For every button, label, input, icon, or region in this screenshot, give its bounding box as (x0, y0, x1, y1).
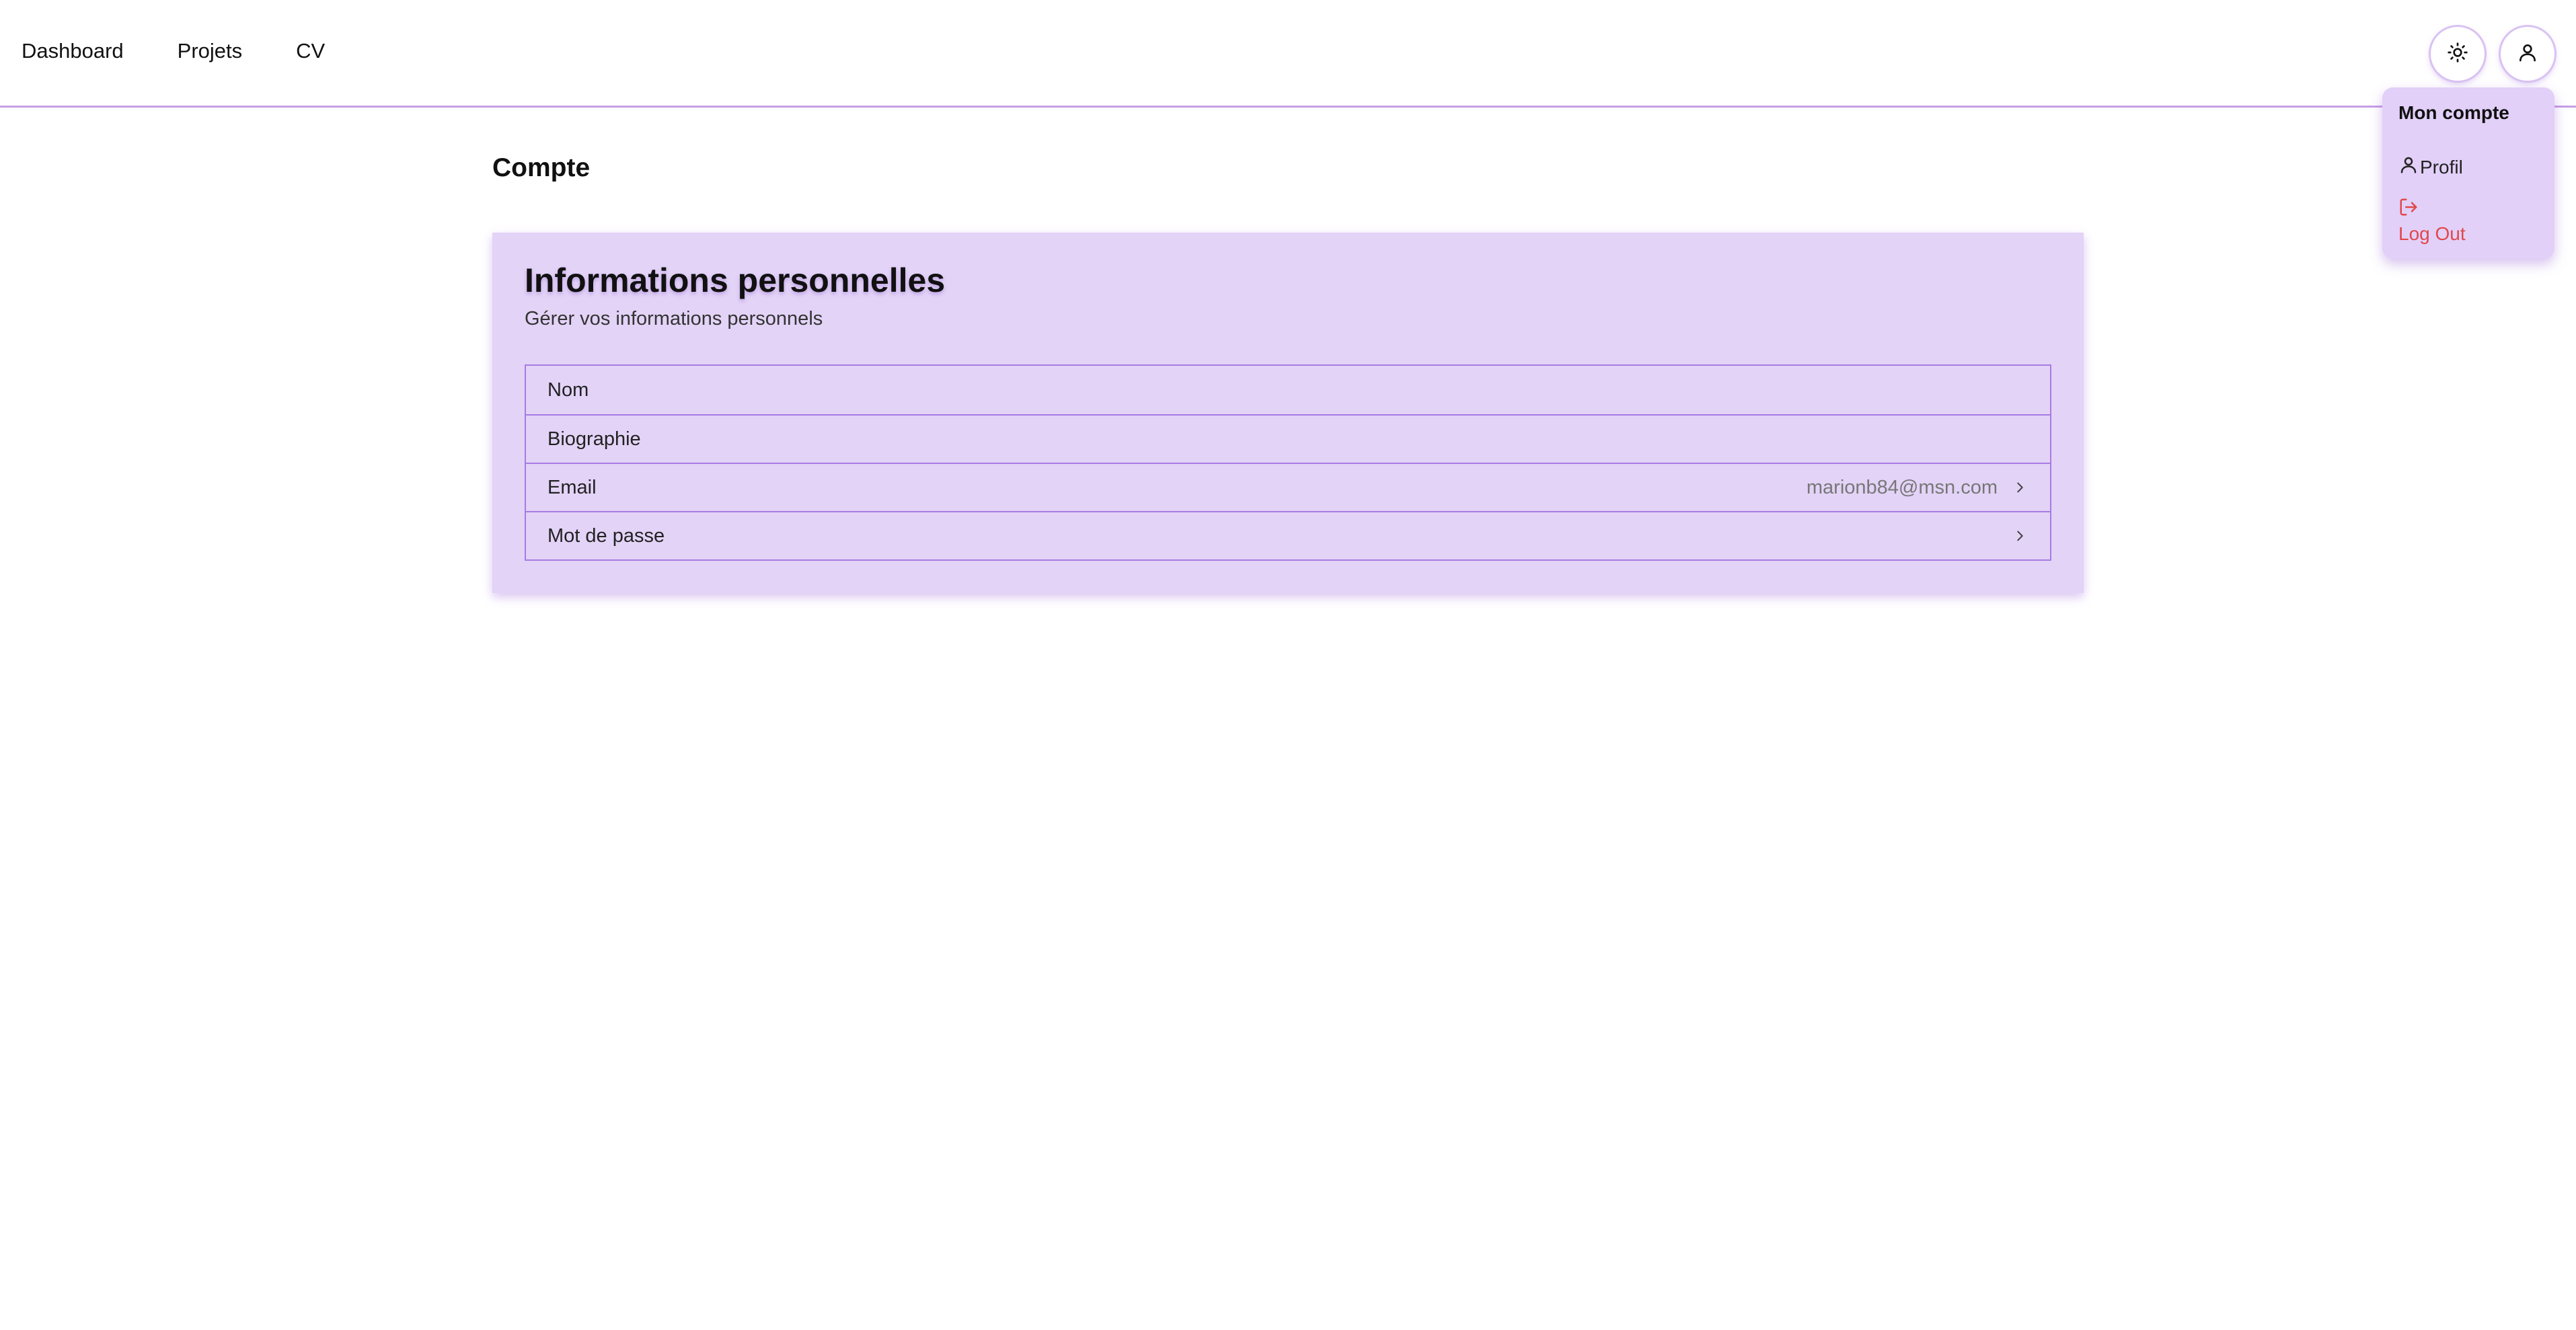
dropdown-item-logout[interactable]: Log Out (2398, 197, 2538, 245)
theme-toggle-button[interactable] (2431, 27, 2485, 81)
dropdown-item-label: Profil (2420, 156, 2463, 178)
row-label: Biographie (547, 428, 641, 450)
card-title: Informations personnelles (525, 262, 946, 299)
row-label: Mot de passe (547, 524, 665, 547)
user-icon (2517, 42, 2538, 67)
page-title: Compte (492, 153, 591, 182)
dropdown-item-profil[interactable]: Profil (2398, 155, 2538, 180)
info-list: Nom Biographie Email marionb84@msn.com M… (525, 364, 2051, 561)
nav-links: Dashboard Projets CV (22, 39, 325, 63)
info-row-email[interactable]: Email marionb84@msn.com (526, 463, 2050, 511)
info-row-biographie[interactable]: Biographie (526, 414, 2050, 463)
email-value: marionb84@msn.com (1806, 476, 1998, 498)
chevron-right-icon (2011, 479, 2029, 496)
row-right: marionb84@msn.com (1807, 477, 2029, 499)
account-menu-button[interactable] (2501, 27, 2554, 81)
row-right (2011, 527, 2029, 545)
dropdown-title: Mon compte (2398, 102, 2509, 123)
info-row-mot-de-passe[interactable]: Mot de passe (526, 511, 2050, 559)
log-out-icon (2398, 198, 2419, 221)
logout-label: Log Out (2398, 223, 2466, 244)
nav-link-cv[interactable]: CV (296, 39, 325, 63)
row-label: Nom (547, 379, 589, 401)
sun-icon (2447, 42, 2468, 67)
top-navigation: Dashboard Projets CV (0, 0, 2576, 108)
account-dropdown: Mon compte Profil Log Out (2382, 87, 2554, 259)
nav-link-projets[interactable]: Projets (178, 39, 242, 63)
nav-link-dashboard[interactable]: Dashboard (22, 39, 124, 63)
personal-info-card: Informations personnelles Gérer vos info… (492, 233, 2084, 593)
card-subtitle: Gérer vos informations personnels (525, 308, 823, 329)
user-icon (2398, 155, 2419, 180)
row-label: Email (547, 476, 597, 498)
chevron-right-icon (2011, 527, 2029, 545)
info-row-nom[interactable]: Nom (526, 366, 2050, 414)
